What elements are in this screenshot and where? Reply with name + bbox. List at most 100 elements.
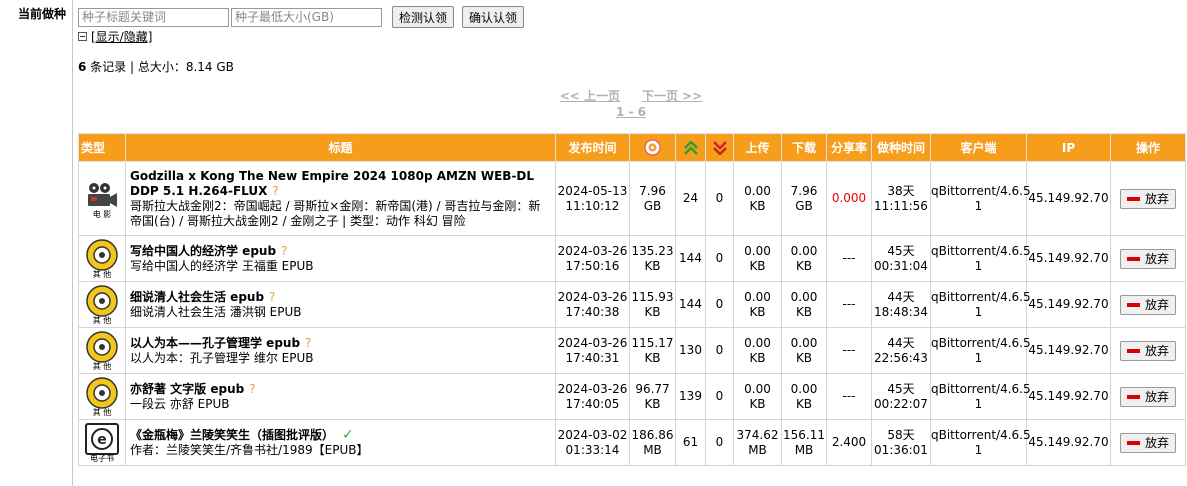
category-cell[interactable]: 其 他	[78, 327, 126, 374]
ratio-cell: 2.400	[826, 419, 872, 466]
published-cell: 2024-03-26 17:50:16	[555, 235, 630, 282]
upload-value: 0.00	[744, 381, 771, 396]
col-type[interactable]: 类型	[78, 133, 126, 162]
download-cell: 0.00 KB	[781, 235, 827, 282]
col-leechers[interactable]	[705, 133, 734, 162]
col-published[interactable]: 发布时间	[555, 133, 630, 162]
torrent-name-link[interactable]: 细说清人社会生活 epub	[130, 290, 264, 304]
abandon-button[interactable]: 放弃	[1119, 188, 1176, 209]
col-seeders[interactable]	[675, 133, 706, 162]
published-time: 11:10:12	[565, 198, 620, 213]
ip-cell: 45.149.92.70	[1026, 419, 1111, 466]
seed-clock: 01:36:01	[874, 442, 928, 457]
table-row: 其 他 以人为本——孔子管理学 epub? 以人为本：孔子管理学 维尔 EPUB…	[78, 327, 1186, 374]
published-cell: 2024-05-13 11:10:12	[555, 161, 630, 236]
ip-cell: 45.149.92.70	[1026, 373, 1111, 420]
torrent-name-link[interactable]: Godzilla x Kong The New Empire 2024 1080…	[130, 169, 534, 198]
seed-clock: 18:48:34	[874, 304, 928, 319]
confirm-claim-button[interactable]: 确认认领	[462, 6, 525, 28]
abandon-button[interactable]: 放弃	[1119, 340, 1176, 361]
client-suffix: 1	[974, 258, 983, 273]
torrent-subtitle: 细说清人社会生活 潘洪钢 EPUB	[130, 304, 302, 319]
show-hide-link[interactable]: [显示/隐藏]	[91, 28, 152, 45]
download-cell: 0.00 KB	[781, 327, 827, 374]
upload-value: 0.00	[744, 183, 771, 198]
abandon-label: 放弃	[1144, 192, 1169, 206]
category-cell[interactable]: 电 影	[78, 161, 126, 236]
download-cell: 7.96 GB	[781, 161, 827, 236]
published-date: 2024-03-26	[557, 289, 628, 304]
col-ratio[interactable]: 分享率	[826, 133, 872, 162]
category-cell[interactable]: 其 他	[78, 373, 126, 420]
detect-claim-button[interactable]: 检测认领	[392, 6, 455, 28]
question-icon[interactable]: ?	[249, 382, 255, 396]
abandon-button[interactable]: 放弃	[1119, 248, 1176, 269]
page-range-link[interactable]: 1 - 6	[616, 105, 646, 119]
client-name: qBittorrent/4.6.5	[931, 381, 1031, 396]
torrent-name-link[interactable]: 亦舒著 文字版 epub	[130, 382, 244, 396]
next-page-link[interactable]: 下一页 >>	[642, 89, 702, 103]
published-date: 2024-03-26	[557, 381, 628, 396]
col-seed-time[interactable]: 做种时间	[871, 133, 931, 162]
upload-cell: 0.00 KB	[733, 373, 782, 420]
abandon-button[interactable]: 放弃	[1119, 386, 1176, 407]
size-value: 115.17	[631, 335, 674, 350]
upload-unit: KB	[749, 350, 766, 365]
category-cell[interactable]: 其 他	[78, 281, 126, 328]
show-hide-toggle[interactable]: [显示/隐藏]	[78, 28, 152, 45]
minus-icon	[1126, 394, 1140, 399]
published-date: 2024-05-13	[557, 183, 628, 198]
seed-time-cell: 44天 22:56:43	[871, 327, 931, 374]
size-value: 186.86	[631, 427, 674, 442]
size-icon	[644, 139, 661, 156]
col-title[interactable]: 标题	[125, 133, 556, 162]
size-unit: MB	[643, 442, 662, 457]
col-ip[interactable]: IP	[1026, 133, 1111, 162]
download-value: 0.00	[790, 381, 818, 396]
abandon-label: 放弃	[1144, 344, 1169, 358]
client-cell: qBittorrent/4.6.5 1	[930, 161, 1031, 236]
torrent-name-link[interactable]: 《金瓶梅》兰陵笑笑生（插图批评版）	[130, 428, 334, 442]
torrent-name-link[interactable]: 以人为本——孔子管理学 epub	[130, 336, 300, 350]
client-name: qBittorrent/4.6.5	[931, 289, 1031, 304]
published-time: 17:50:16	[565, 258, 620, 273]
question-icon[interactable]: ?	[272, 184, 278, 198]
seed-days: 58天	[887, 427, 915, 442]
question-icon[interactable]: ?	[281, 244, 287, 258]
torrent-subtitle: 作者：兰陵笑笑生/齐鲁书社/1989【EPUB】	[130, 442, 369, 457]
table-header-row: 类型 标题 发布时间 上传 下载 分享率 做种时间 客户端 IP 操作	[78, 133, 1186, 162]
abandon-button[interactable]: 放弃	[1119, 294, 1176, 315]
question-icon[interactable]: ?	[305, 336, 311, 350]
leechers-cell: 0	[705, 327, 734, 374]
keyword-input[interactable]	[78, 7, 229, 27]
abandon-button[interactable]: 放弃	[1119, 432, 1176, 453]
client-suffix: 1	[974, 198, 983, 213]
col-upload[interactable]: 上传	[733, 133, 782, 162]
col-download[interactable]: 下载	[781, 133, 827, 162]
col-client[interactable]: 客户端	[930, 133, 1027, 162]
published-date: 2024-03-26	[557, 335, 628, 350]
torrent-subtitle: 一段云 亦舒 EPUB	[130, 396, 230, 411]
torrent-name-link[interactable]: 写给中国人的经济学 epub	[130, 244, 276, 258]
col-action: 操作	[1110, 133, 1186, 162]
col-size[interactable]	[629, 133, 676, 162]
category-cell[interactable]: e 电子书	[78, 419, 126, 466]
prev-page-link[interactable]: << 上一页	[560, 89, 620, 103]
question-icon[interactable]: ?	[269, 290, 275, 304]
seed-time-cell: 45天 00:31:04	[871, 235, 931, 282]
summary-text: 条记录 | 总大小：8.14 GB	[86, 60, 234, 74]
category-cell[interactable]: 其 他	[78, 235, 126, 282]
download-cell: 0.00 KB	[781, 281, 827, 328]
min-size-input[interactable]	[231, 7, 382, 27]
upload-unit: KB	[749, 198, 766, 213]
torrent-subtitle: 哥斯拉大战金刚2：帝国崛起 / 哥斯拉×金刚：新帝国(港) / 哥吉拉与金刚：新…	[130, 198, 541, 228]
upload-unit: MB	[748, 442, 767, 457]
upload-cell: 0.00 KB	[733, 161, 782, 236]
download-value: 0.00	[790, 289, 818, 304]
title-cell: Godzilla x Kong The New Empire 2024 1080…	[125, 161, 556, 236]
client-suffix: 1	[974, 396, 983, 411]
published-cell: 2024-03-26 17:40:31	[555, 327, 630, 374]
minus-icon	[1126, 256, 1140, 261]
client-name: qBittorrent/4.6.5	[931, 243, 1031, 258]
collapse-icon[interactable]	[78, 32, 87, 41]
